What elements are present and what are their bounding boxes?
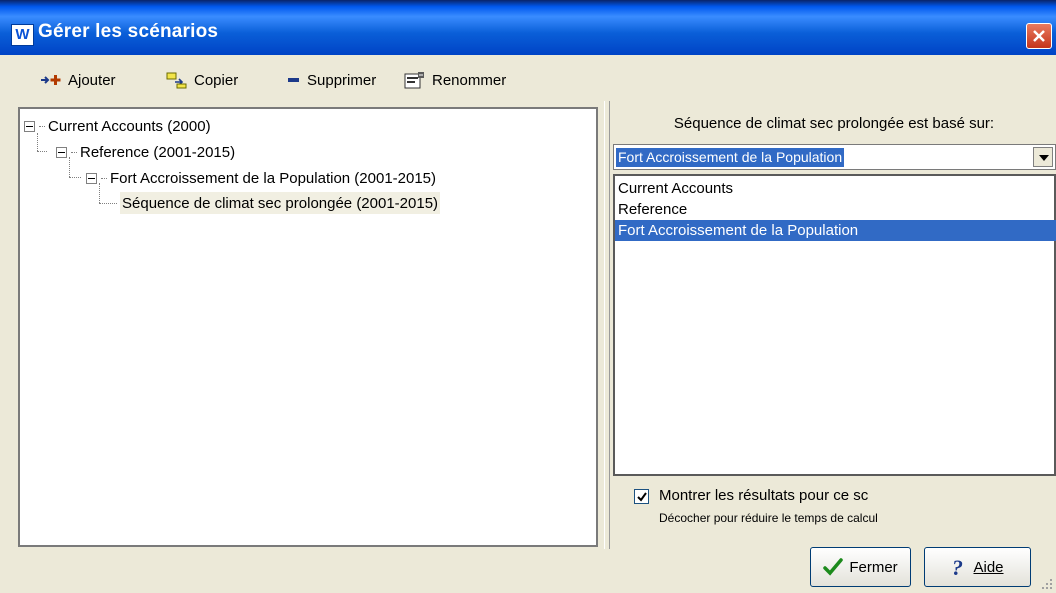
collapse-icon[interactable] <box>56 146 67 158</box>
tree-connector <box>69 177 81 178</box>
help-button-label: Aide <box>973 558 1004 576</box>
tree-item-label: Current Accounts (2000) <box>48 117 211 135</box>
delete-icon <box>288 78 299 82</box>
base-scenario-list[interactable]: Current Accounts Reference Fort Accroiss… <box>613 174 1056 476</box>
pane-splitter[interactable] <box>604 101 610 549</box>
tree-item-reference[interactable]: Reference (2001-2015) <box>56 141 235 163</box>
collapse-icon[interactable] <box>86 172 97 184</box>
copy-button[interactable]: Copier <box>166 69 238 91</box>
show-results-label: Montrer les résultats pour ce sc <box>659 487 869 504</box>
base-scenario-value: Fort Accroissement de la Population <box>616 148 845 167</box>
add-icon <box>41 75 61 85</box>
tree-item-label: Reference (2001-2015) <box>80 143 236 161</box>
window-title: Gérer les scénarios <box>38 21 219 42</box>
toolbar: Ajouter Copier Supprimer Renommer <box>0 59 1056 99</box>
base-scenario-select[interactable]: Fort Accroissement de la Population <box>613 144 1056 170</box>
question-mark-icon: ? <box>952 556 963 578</box>
delete-button[interactable]: Supprimer <box>287 69 376 91</box>
help-button[interactable]: ? Aide <box>924 547 1031 587</box>
chevron-down-icon[interactable] <box>1033 147 1053 167</box>
add-label: Ajouter <box>68 71 116 89</box>
list-item[interactable]: Current Accounts <box>615 178 1056 199</box>
tree-item-label: Séquence de climat sec prolongée (2001-2… <box>122 194 439 212</box>
manage-scenarios-dialog: W Gérer les scénarios Ajouter Copier Sup… <box>0 0 1056 593</box>
rename-button[interactable]: Renommer <box>404 69 506 91</box>
copy-label: Copier <box>194 71 239 89</box>
show-results-checkbox[interactable] <box>634 489 649 504</box>
tree-connector <box>37 151 47 152</box>
tree-item-current-accounts[interactable]: Current Accounts (2000) <box>24 115 211 137</box>
list-item[interactable]: Reference <box>615 199 1056 220</box>
resize-grip-icon[interactable] <box>1040 577 1054 591</box>
collapse-icon[interactable] <box>24 120 35 132</box>
app-icon: W <box>11 24 34 46</box>
scenario-tree[interactable]: Current Accounts (2000) Reference (2001-… <box>18 107 598 547</box>
checkmark-icon <box>823 558 844 576</box>
tree-item-sequence-climat-sec[interactable]: Séquence de climat sec prolongée (2001-2… <box>120 192 441 214</box>
copy-icon <box>166 72 187 89</box>
close-icon <box>1033 30 1045 42</box>
show-results-hint: Décocher pour réduire le temps de calcul <box>659 511 878 525</box>
tree-connector <box>99 203 117 204</box>
add-button[interactable]: Ajouter <box>40 69 116 91</box>
close-button[interactable]: Fermer <box>810 547 911 587</box>
tree-item-fort-accroissement[interactable]: Fort Accroissement de la Population (200… <box>86 167 436 189</box>
title-bar[interactable]: W Gérer les scénarios <box>0 0 1056 55</box>
close-window-button[interactable] <box>1026 23 1052 49</box>
list-item-selected[interactable]: Fort Accroissement de la Population <box>615 220 1056 241</box>
checkmark-icon <box>637 492 647 502</box>
based-on-label: Séquence de climat sec prolongée est bas… <box>673 115 995 132</box>
close-button-label: Fermer <box>849 558 898 576</box>
rename-icon <box>404 72 424 89</box>
svg-text:?: ? <box>952 556 963 578</box>
rename-label: Renommer <box>432 71 507 89</box>
delete-label: Supprimer <box>307 71 377 89</box>
tree-item-label: Fort Accroissement de la Population (200… <box>110 169 437 187</box>
